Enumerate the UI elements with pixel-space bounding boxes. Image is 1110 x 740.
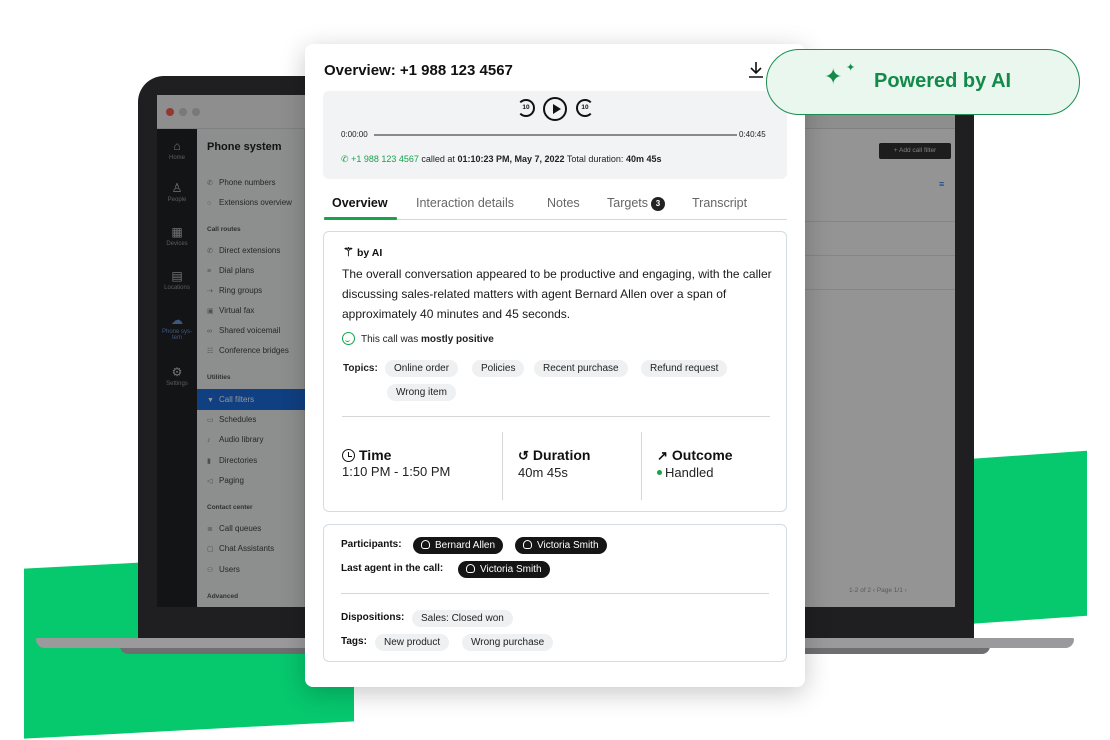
magic-wand-icon: ⚚ [343,245,354,259]
call-summary-text: The overall conversation appeared to be … [342,267,772,321]
sparkle-icon: ✦ [824,64,843,89]
stat-outcome-value: Handled [657,465,733,480]
incoming-call-icon: ✆ [341,154,349,164]
stat-time: Time 1:10 PM - 1:50 PM [342,447,451,479]
audio-player: 10 10 0:00:00 0:40:45 ✆ +1 988 123 4567 … [323,91,787,179]
call-duration: 40m 45s [625,154,662,164]
call-info-line: ✆ +1 988 123 4567 called at 01:10:23 PM,… [341,154,661,165]
trend-up-icon: ↗ [657,448,668,463]
powered-by-ai-badge: ✦ ✦ Powered by AI [766,49,1080,115]
forward-10-icon[interactable]: 10 [576,99,594,117]
tab-targets[interactable]: Targets 3 [607,196,665,211]
participants-label: Participants: [341,539,402,550]
topic-chip[interactable]: Recent purchase [534,360,628,377]
history-icon: ↺ [518,448,529,463]
clock-icon [342,449,355,462]
tab-interaction-details[interactable]: Interaction details [416,196,514,210]
tab-overview[interactable]: Overview [332,196,388,210]
stat-time-value: 1:10 PM - 1:50 PM [342,464,451,479]
stat-separator [502,432,503,500]
tag-chip[interactable]: Wrong purchase [462,634,554,651]
disposition-chip[interactable]: Sales: Closed won [412,610,513,627]
stat-duration-value: 40m 45s [518,465,568,480]
rewind-10-icon[interactable]: 10 [517,99,535,117]
person-icon [523,540,532,549]
tags-label: Tags: [341,636,367,647]
section-divider [341,593,769,594]
participant-chip[interactable]: Victoria Smith [515,537,607,554]
call-overview-card: Overview: +1 988 123 4567 10 10 0:00:00 … [305,44,805,687]
sentiment-value: mostly positive [421,334,494,345]
targets-count-badge: 3 [651,197,665,211]
sentiment-line: This call was mostly positive [342,332,494,345]
total-time: 0:40:45 [739,130,766,139]
ai-label: ⚚ by AI [343,245,383,259]
stat-duration: ↺ Duration 40m 45s [518,447,591,480]
current-time: 0:00:00 [341,130,368,139]
tag-chip[interactable]: New product [375,634,450,651]
dispositions-label: Dispositions: [341,612,405,623]
overview-title: Overview: +1 988 123 4567 [324,62,513,79]
ai-summary-panel: ⚚ by AI The overall conversation appeared… [323,231,787,512]
topic-chip[interactable]: Policies [472,360,525,377]
person-icon [466,564,475,573]
status-dot [657,470,662,475]
powered-by-ai-text: Powered by AI [874,70,1012,92]
stat-separator [641,432,642,500]
person-icon [421,540,430,549]
stat-outcome: ↗ Outcome Handled [657,447,733,480]
last-agent-label: Last agent in the call: [341,563,444,574]
last-agent-chip[interactable]: Victoria Smith [458,561,550,578]
tab-bar: Overview Interaction details Notes Targe… [324,196,787,220]
topic-chip[interactable]: Online order [385,360,459,377]
section-divider [342,416,770,417]
background-green-shape-right [965,450,1087,625]
participants-panel: Participants: Bernard Allen Victoria Smi… [323,524,787,662]
active-tab-indicator [324,217,397,220]
call-time: 01:10:23 PM, May 7, 2022 [457,154,565,164]
topic-chip[interactable]: Refund request [641,360,728,377]
participant-chip[interactable]: Bernard Allen [413,537,504,554]
topic-chip[interactable]: Wrong item [387,384,456,401]
playback-progress-bar[interactable] [374,134,737,136]
caller-number[interactable]: +1 988 123 4567 [351,154,419,164]
play-button[interactable] [543,97,567,121]
tab-notes[interactable]: Notes [547,196,580,210]
topics-label: Topics: [343,363,378,374]
download-icon[interactable] [748,61,764,79]
smiley-icon [342,332,355,345]
tab-transcript[interactable]: Transcript [692,196,747,210]
sparkle-small-icon: ✦ [846,62,856,74]
called-at-text: called at [421,154,455,164]
duration-label: Total duration: [566,154,624,164]
